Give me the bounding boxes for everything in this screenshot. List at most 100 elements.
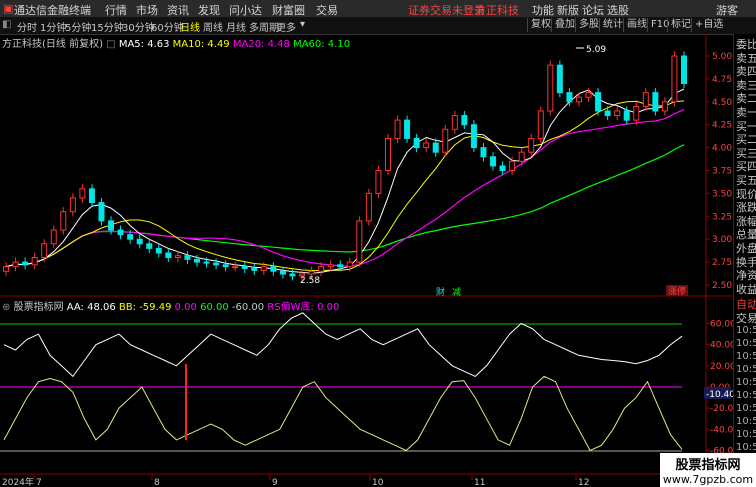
indicator-marker: -10.40 bbox=[706, 390, 733, 400]
tool-add-watchlist[interactable]: +自选 bbox=[691, 18, 726, 32]
menu-item-caifuquan[interactable]: 财富圈 bbox=[272, 2, 305, 18]
candle-body bbox=[404, 119, 411, 139]
panel-toggle-icon[interactable]: ◧ bbox=[2, 19, 11, 30]
tick-time: 10:58 bbox=[736, 377, 756, 388]
menu-item-hangqing[interactable]: 行情 bbox=[105, 2, 127, 18]
chevron-down-icon[interactable]: ▾ bbox=[300, 19, 305, 30]
period-30min[interactable]: 30分钟 bbox=[122, 19, 155, 34]
menu-item-wenxiaoda[interactable]: 问小达 bbox=[229, 2, 262, 18]
candle-body bbox=[461, 115, 468, 126]
period-weekly[interactable]: 周线 bbox=[203, 19, 223, 34]
candle-body bbox=[518, 151, 525, 162]
tool-fuquan[interactable]: 复权 bbox=[527, 18, 554, 32]
candle-body bbox=[623, 110, 630, 121]
candle-body bbox=[155, 247, 162, 254]
candle-body bbox=[585, 92, 592, 98]
tool-duogu[interactable]: 多股 bbox=[575, 18, 602, 32]
menu-item-faxian[interactable]: 发现 bbox=[198, 2, 220, 18]
period-60min[interactable]: 60分钟 bbox=[151, 19, 184, 34]
menu-item-zixun[interactable]: 资讯 bbox=[167, 2, 189, 18]
candle-body bbox=[356, 220, 363, 263]
tick-time: 10:58 bbox=[736, 351, 756, 362]
guest-label[interactable]: 游客 bbox=[716, 2, 738, 18]
candle-body bbox=[260, 266, 267, 271]
candle-body bbox=[117, 229, 124, 236]
menu-item-xinban[interactable]: 新版 bbox=[557, 2, 579, 18]
candle-body bbox=[289, 273, 296, 277]
period-toolbar: ◧ 分时 1分钟 5分钟 15分钟 30分钟 60分钟 日线 周线 月线 多周期… bbox=[0, 17, 756, 35]
price-tick-label: 4.25 bbox=[712, 121, 732, 131]
tick-time: 10:58 bbox=[736, 325, 756, 336]
candle-body bbox=[308, 270, 315, 275]
price-tick-label: 2.50 bbox=[712, 281, 732, 291]
date-label: 11 bbox=[474, 478, 485, 487]
menu-item-jiaoyi[interactable]: 交易 bbox=[316, 2, 338, 18]
candle-body bbox=[146, 243, 153, 249]
candle-body bbox=[547, 64, 554, 112]
candle-body bbox=[642, 92, 649, 107]
candle-body bbox=[480, 147, 487, 158]
period-5min[interactable]: 5分钟 bbox=[65, 19, 91, 34]
period-daily[interactable]: 日线 bbox=[180, 19, 200, 34]
period-multi[interactable]: 多周期 bbox=[249, 19, 279, 34]
tool-diejia[interactable]: 叠加 bbox=[551, 18, 578, 32]
indicator-tick-label: -20.00 bbox=[710, 404, 733, 414]
date-axis: 2024年 7 8 9 10 11 12 bbox=[2, 474, 589, 487]
low-label: 2.58 bbox=[300, 276, 320, 286]
period-fenshi[interactable]: 分时 bbox=[17, 19, 37, 34]
ma60-line bbox=[5, 144, 685, 268]
quote-label: 收益 bbox=[736, 282, 756, 296]
tool-huaxian[interactable]: 画线 bbox=[623, 18, 650, 32]
watermark-box: 股票指标网 www.7gpzb.com bbox=[660, 453, 756, 487]
tool-tongji[interactable]: 统计 bbox=[599, 18, 626, 32]
tick-time: 10:58 bbox=[736, 364, 756, 375]
tick-time: 10:58 bbox=[736, 390, 756, 401]
candle-body bbox=[79, 188, 86, 199]
candle-body bbox=[279, 270, 286, 275]
tick-time: 10:58 bbox=[736, 416, 756, 427]
indicator-tick-label: 40.00 bbox=[710, 341, 733, 351]
candle-body bbox=[633, 105, 640, 121]
indicator-tick-label: 60.00 bbox=[710, 320, 733, 330]
candle-body bbox=[3, 266, 9, 272]
reduce-marker[interactable]: 减 bbox=[452, 286, 461, 298]
trade-login-notice[interactable]: 证券交易未登录 bbox=[408, 2, 485, 18]
ma10-line bbox=[5, 100, 685, 271]
period-1min[interactable]: 1分钟 bbox=[40, 19, 66, 34]
candle-body bbox=[251, 268, 258, 271]
candle-body bbox=[98, 202, 105, 222]
tick-time: 10:58 bbox=[736, 403, 756, 414]
date-label: 12 bbox=[578, 478, 589, 487]
broker-name: 方正科技 bbox=[475, 4, 519, 17]
candle-body bbox=[136, 238, 143, 245]
menu-item-luntan[interactable]: 论坛 bbox=[582, 2, 604, 18]
period-more[interactable]: 更多 bbox=[276, 19, 296, 34]
candlesticks bbox=[3, 51, 687, 281]
tick-time: 10:58 bbox=[736, 442, 756, 453]
candle-body bbox=[22, 261, 29, 266]
app-logo-icon: ▣ bbox=[3, 2, 14, 15]
price-tick-label: 4.50 bbox=[712, 98, 732, 108]
chart-area[interactable]: 5.00 4.75 4.50 4.25 4.00 3.75 3.50 3.25 3.00 2.75… bbox=[0, 34, 733, 487]
candle-body bbox=[50, 229, 57, 245]
candle-body bbox=[270, 266, 277, 272]
trade-label[interactable]: 交易 bbox=[736, 310, 756, 326]
period-15min[interactable]: 15分钟 bbox=[91, 19, 124, 34]
candle-body bbox=[470, 124, 477, 149]
menu-item-shichang[interactable]: 市场 bbox=[136, 2, 158, 18]
menu-item-gongneng[interactable]: 功能 bbox=[532, 2, 554, 18]
date-label: 2024年 bbox=[2, 476, 34, 487]
candle-body bbox=[384, 137, 391, 172]
price-tick-label: 5.00 bbox=[712, 52, 732, 62]
price-tick-label: 3.25 bbox=[712, 212, 732, 222]
price-axis-labels: 5.00 4.75 4.50 4.25 4.00 3.75 3.50 3.25 3.00 2.75… bbox=[712, 52, 732, 291]
menu-item-xuangu[interactable]: 选股 bbox=[607, 2, 629, 18]
candle-body bbox=[490, 156, 497, 167]
price-tick-label: 3.50 bbox=[712, 189, 732, 199]
app-title: 通达信金融终端 bbox=[14, 4, 91, 17]
indicator-tick-label: 20.00 bbox=[710, 362, 733, 372]
finance-marker[interactable]: 财 bbox=[436, 286, 445, 298]
period-monthly[interactable]: 月线 bbox=[226, 19, 246, 34]
tool-biaoji[interactable]: 标记 bbox=[667, 18, 694, 32]
candle-body bbox=[528, 137, 535, 153]
